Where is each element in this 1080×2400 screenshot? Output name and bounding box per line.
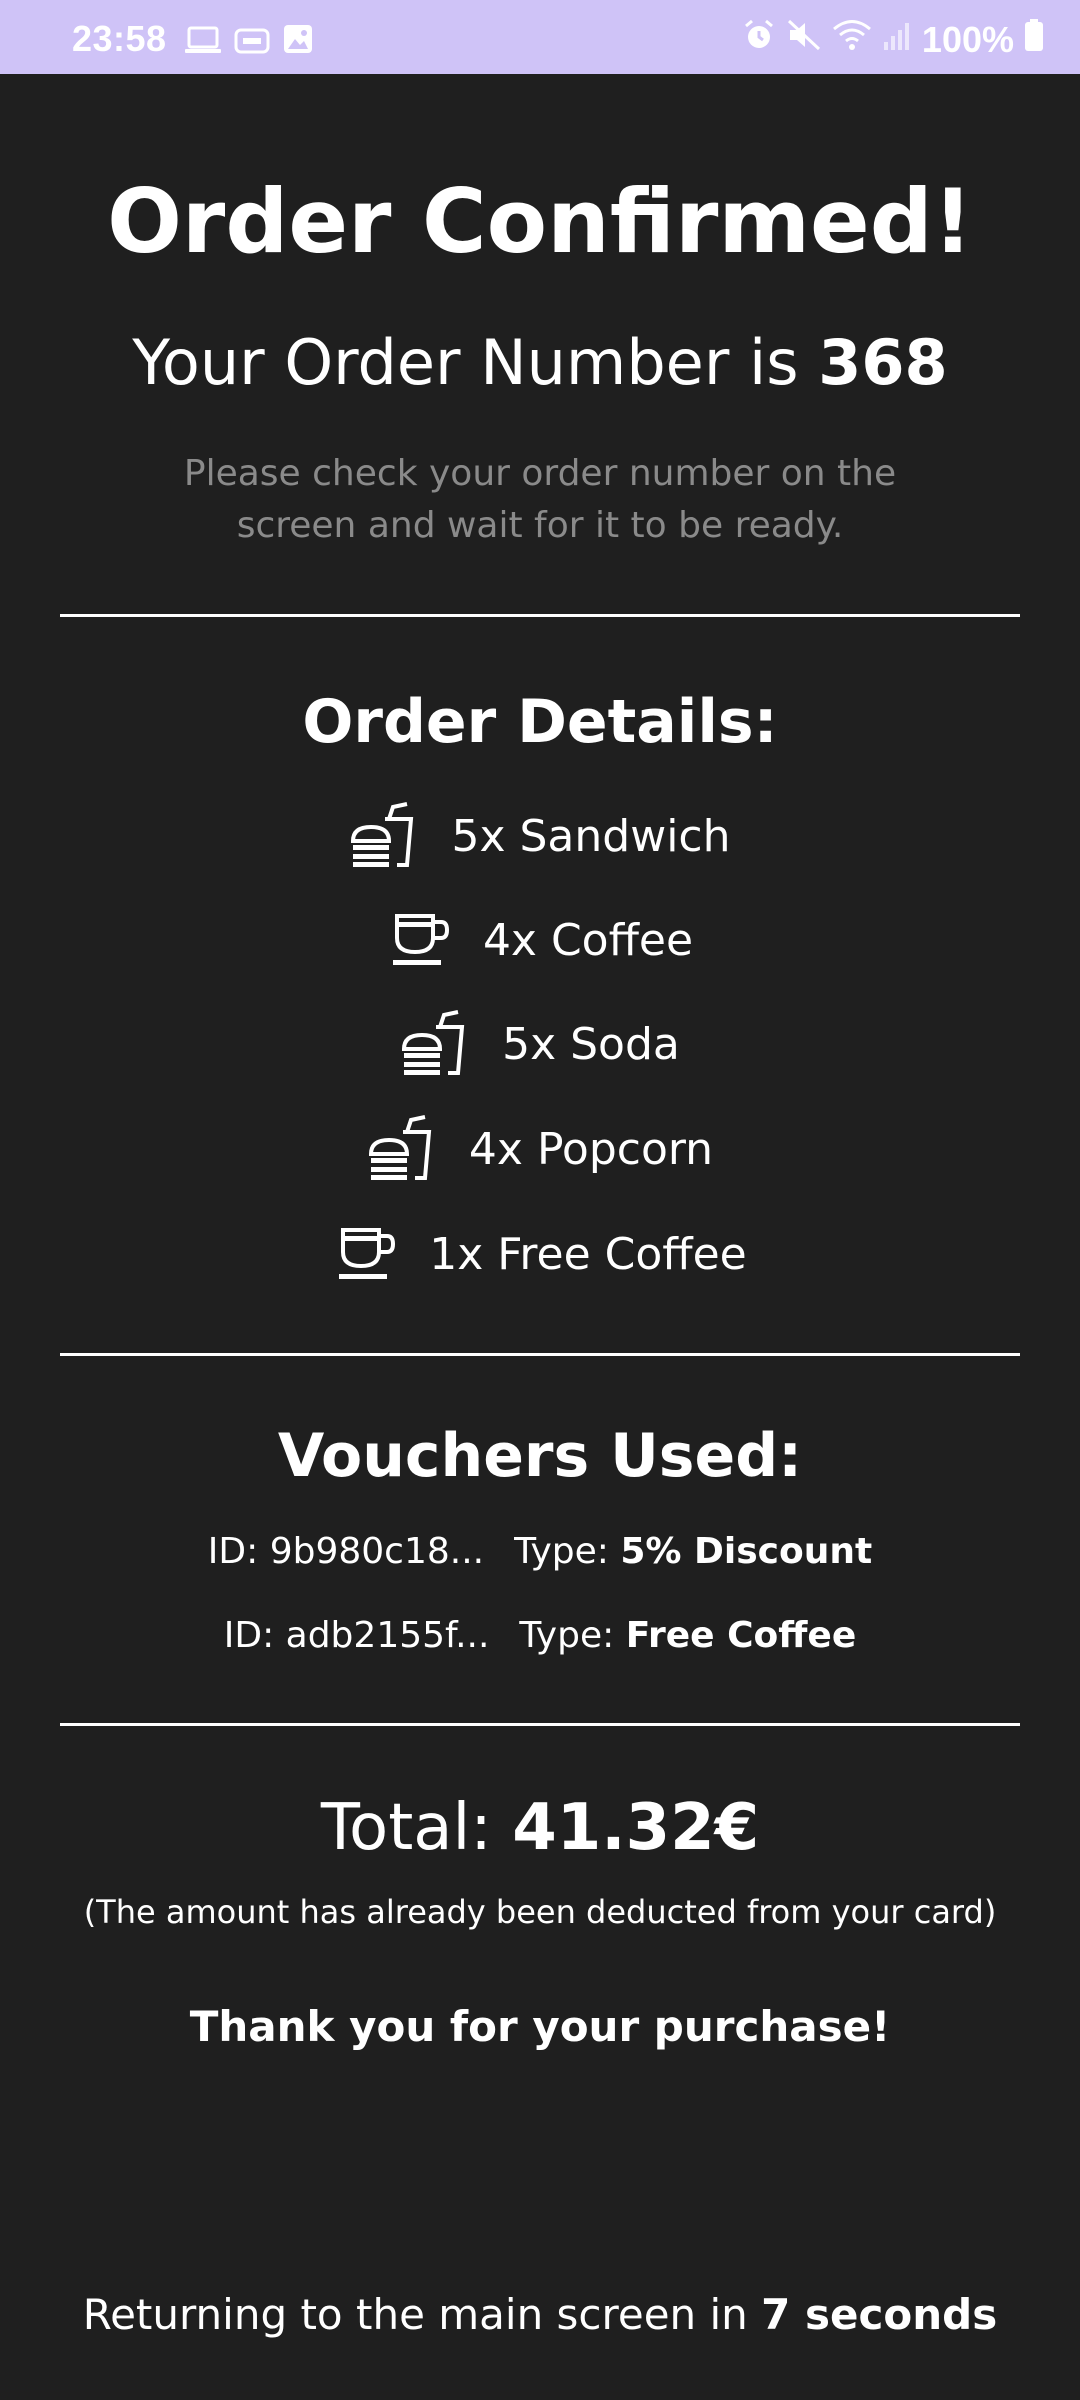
deducted-note: (The amount has already been deducted fr… [83, 1893, 997, 1931]
order-number-value: 368 [818, 326, 948, 399]
voucher-id: ID: adb2155f... [223, 1615, 490, 1656]
order-item: 1x Free Coffee [0, 1214, 1080, 1294]
vouchers-title: Vouchers Used: [277, 1421, 803, 1491]
voucher-id: ID: 9b980c18... [207, 1531, 485, 1572]
page-title: Order Confirmed! [107, 170, 973, 273]
alarm-icon [742, 18, 776, 61]
voucher-row: ID: 9b980c18... Type: 5% Discount [0, 1534, 1080, 1570]
wifi-icon [832, 18, 872, 61]
order-total: Total: 41.32€ [0, 1796, 1080, 1860]
order-item-label: 1x Free Coffee [429, 1228, 747, 1280]
status-right-icons: 100% [742, 18, 1044, 61]
coffee-cup-icon [333, 1222, 397, 1286]
order-item: 5x Sandwich [0, 796, 1080, 876]
fastfood-icon [367, 1114, 437, 1184]
return-countdown: Returning to the main screen in 7 second… [0, 2294, 1080, 2336]
voucher-row: ID: adb2155f... Type: Free Coffee [0, 1618, 1080, 1654]
voucher-type: Type: Free Coffee [519, 1618, 856, 1654]
order-item-label: 4x Popcorn [468, 1123, 714, 1175]
order-item-label: 5x Soda [502, 1018, 680, 1070]
order-details-title: Order Details: [302, 687, 778, 757]
status-left-icons [184, 22, 314, 64]
voucher-type-prefix: Type: [519, 1615, 626, 1656]
order-item: 4x Coffee [0, 900, 1080, 980]
image-icon [282, 22, 314, 64]
return-countdown-value: 7 seconds [761, 2290, 998, 2339]
order-confirmation-screen: Order Confirmed! Your Order Number is 36… [0, 74, 1080, 2400]
order-item-label: 4x Coffee [482, 914, 694, 966]
dex-icon [234, 22, 270, 64]
laptop-icon [184, 22, 222, 64]
mute-icon [786, 18, 822, 61]
order-number-prefix: Your Order Number is [132, 326, 819, 399]
voucher-type: Type: 5% Discount [514, 1534, 872, 1570]
total-prefix: Total: [320, 1791, 513, 1865]
fastfood-icon [400, 1009, 470, 1079]
voucher-type-prefix: Type: [514, 1531, 621, 1572]
order-instructions: Please check your order number on the sc… [183, 453, 897, 546]
signal-icon [882, 19, 912, 61]
order-number-line: Your Order Number is 368 [0, 332, 1080, 394]
fastfood-icon [349, 801, 419, 871]
order-item: 5x Soda [0, 1004, 1080, 1084]
voucher-type-value: Free Coffee [625, 1615, 857, 1656]
battery-percent: 100% [921, 18, 1014, 60]
order-item: 4x Popcorn [0, 1109, 1080, 1189]
thank-you-message: Thank you for your purchase! [189, 2002, 891, 2051]
divider [60, 1353, 1020, 1356]
total-value: 41.32€ [512, 1791, 760, 1865]
status-time: 23:58 [72, 18, 167, 59]
battery-icon [1024, 18, 1044, 61]
order-item-label: 5x Sandwich [451, 810, 731, 862]
divider [60, 1723, 1020, 1726]
return-countdown-prefix: Returning to the main screen in [82, 2290, 762, 2339]
status-bar: 23:58 100% [0, 0, 1080, 74]
voucher-type-value: 5% Discount [620, 1531, 873, 1572]
coffee-cup-icon [387, 908, 451, 972]
divider [60, 614, 1020, 617]
